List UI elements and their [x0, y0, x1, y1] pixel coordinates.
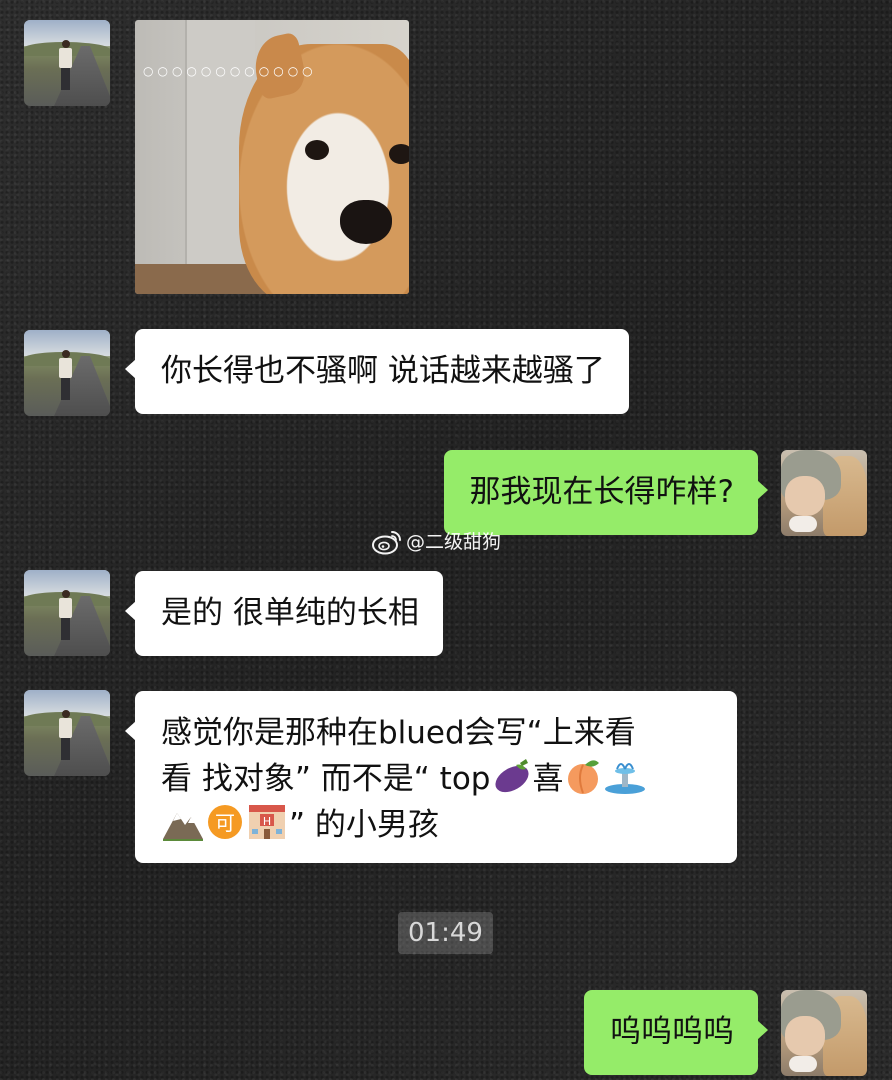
- message-text: 喜: [532, 761, 564, 797]
- message-text: 呜呜呜呜: [610, 1014, 734, 1050]
- message-line: 感觉你是那种在blued会写“上来看: [161, 711, 713, 755]
- message-text: 你长得也不骚啊 说话越来越骚了: [161, 353, 605, 389]
- contact-avatar[interactable]: [24, 570, 110, 656]
- svg-text:H: H: [263, 815, 271, 828]
- message-text: 是的 很单纯的长相: [161, 595, 419, 631]
- message-text: 看 找对象” 而不是“ top: [161, 761, 491, 797]
- message-timestamp: 01:49: [398, 912, 493, 954]
- incoming-message-bubble[interactable]: 感觉你是那种在blued会写“上来看 看 找对象” 而不是“ top 喜 可 H…: [125, 691, 737, 863]
- fountain-icon: [605, 763, 646, 794]
- sticker-dots-text: ○○○○○○○○○○○○: [143, 64, 317, 78]
- message-line: 看 找对象” 而不是“ top 喜: [161, 755, 713, 801]
- message-line: 可 H ” 的小男孩: [161, 801, 713, 847]
- message-text: ” 的小男孩: [289, 807, 439, 843]
- outgoing-message-bubble[interactable]: 呜呜呜呜: [584, 990, 768, 1075]
- message-text: 感觉你是那种在blued会写“上来看: [161, 715, 636, 751]
- peach-icon: [568, 760, 600, 794]
- incoming-message-bubble[interactable]: 你长得也不骚啊 说话越来越骚了: [125, 329, 629, 414]
- svg-text:可: 可: [215, 811, 235, 835]
- contact-avatar[interactable]: [24, 690, 110, 776]
- message-text: 那我现在长得咋样?: [469, 474, 734, 510]
- hotel-icon: H: [249, 805, 285, 839]
- contact-avatar[interactable]: [24, 20, 110, 106]
- weibo-watermark: @二级甜狗: [372, 528, 501, 556]
- acceptable-button-icon: 可: [208, 805, 242, 839]
- incoming-message-bubble[interactable]: 是的 很单纯的长相: [125, 571, 443, 656]
- eggplant-icon: [495, 759, 530, 793]
- mountain-icon: [163, 813, 203, 841]
- my-avatar[interactable]: [781, 450, 867, 536]
- contact-avatar[interactable]: [24, 330, 110, 416]
- shiba-sticker-image[interactable]: ○○○○○○○○○○○○: [135, 20, 409, 294]
- my-avatar[interactable]: [781, 990, 867, 1076]
- outgoing-message-bubble[interactable]: 那我现在长得咋样?: [443, 450, 769, 535]
- watermark-handle: @二级甜狗: [406, 531, 502, 553]
- weibo-icon: [372, 531, 401, 555]
